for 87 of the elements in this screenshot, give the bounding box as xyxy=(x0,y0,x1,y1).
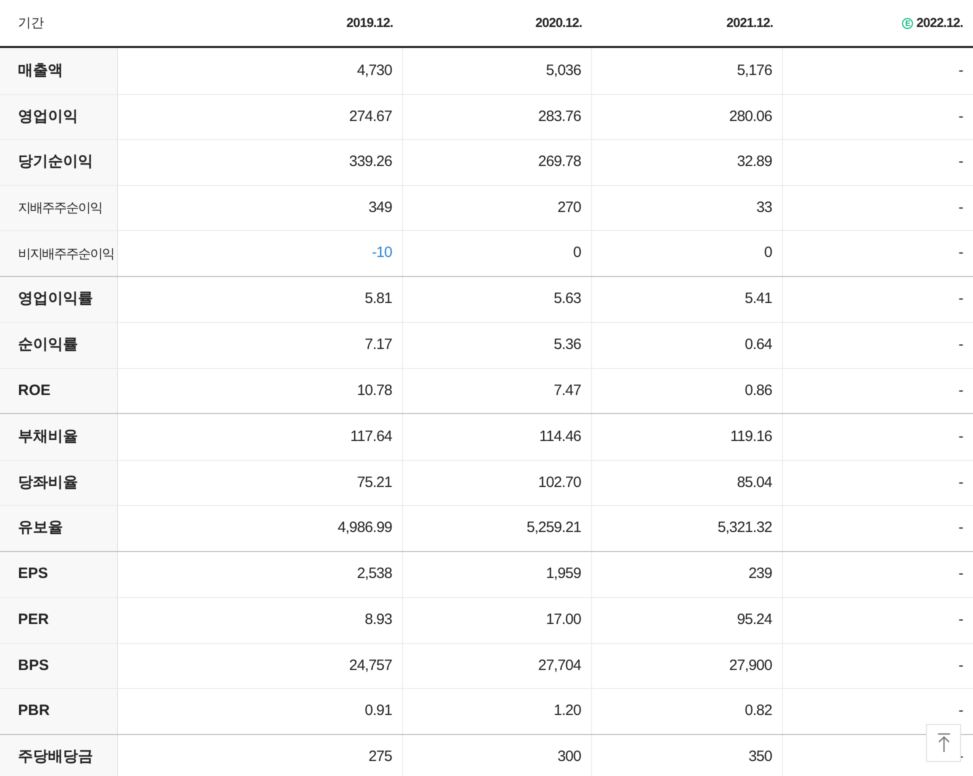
table-cell-text: 5.81 xyxy=(364,289,392,309)
table-cell-text: 1,959 xyxy=(546,564,581,584)
table-cell-text: 5,321.32 xyxy=(718,518,772,538)
table-cell-text: 275 xyxy=(368,747,392,767)
row-header: 주당배당금 xyxy=(0,734,118,776)
table-cell-text: 269.78 xyxy=(538,152,581,172)
table-cell-text: 117.64 xyxy=(350,426,392,446)
estimate-icon: E xyxy=(902,18,914,28)
table-cell-text: 0 xyxy=(764,243,772,263)
table-cell-text: 2,538 xyxy=(356,564,392,584)
table-cell-text: 85.04 xyxy=(736,472,772,492)
table-cell-text: 0.86 xyxy=(744,380,772,400)
row-header: 영업이익 xyxy=(0,94,118,139)
row-header: EPS xyxy=(0,552,118,597)
table-cell-text: 5.36 xyxy=(554,335,581,355)
table-cell-text: - xyxy=(958,243,963,263)
table-cell-text: 5,176 xyxy=(736,60,772,80)
row-header: 부채비율 xyxy=(0,414,118,460)
table-cell-text: 239 xyxy=(748,564,772,584)
row-header: 유보율 xyxy=(0,506,118,550)
table-cell-text: - xyxy=(958,518,963,538)
column-header: 2020.12. xyxy=(535,14,582,32)
table-cell-text: - xyxy=(958,564,963,584)
table-cell-text: 5.41 xyxy=(744,289,772,309)
column-header: 2019.12. xyxy=(346,14,393,32)
table-cell-text: 339.26 xyxy=(349,152,392,172)
table-cell-text: 5,259.21 xyxy=(526,518,581,538)
table-cell-text: - xyxy=(958,610,963,630)
table-cell-text: 102.70 xyxy=(538,472,581,492)
table-cell-text: 27,900 xyxy=(729,656,772,676)
table-cell-text: - xyxy=(958,106,963,126)
table-cell-text: - xyxy=(958,152,963,172)
table-cell-text: - xyxy=(958,701,963,721)
row-header: 비지배주주순이익 xyxy=(0,231,118,276)
table-cell-text: - xyxy=(958,426,963,446)
table-cell-text: - xyxy=(958,335,963,355)
scroll-to-top-button[interactable] xyxy=(926,724,961,762)
row-header: BPS xyxy=(0,644,118,688)
table-cell-text: 1.20 xyxy=(554,701,581,721)
row-header: 순이익률 xyxy=(0,323,118,368)
table-cell-text: 280.06 xyxy=(729,106,772,126)
table-cell-text: 4,986.99 xyxy=(338,518,392,538)
table-cell-text: 95.24 xyxy=(736,610,772,630)
table-cell-text: 33 xyxy=(756,198,772,218)
table-cell-text: - xyxy=(958,198,963,218)
table-cell-text: 114.46 xyxy=(539,426,581,446)
table-cell-text: 32.89 xyxy=(736,152,772,172)
table-cell-text: 119.16 xyxy=(730,426,772,446)
table-cell-text: 5.63 xyxy=(554,289,581,309)
table-cell-text: 350 xyxy=(748,747,772,767)
row-header: PER xyxy=(0,598,118,642)
table-cell-text: 0.91 xyxy=(364,701,392,721)
table-cell-text: 17.00 xyxy=(546,610,581,630)
row-header: 당좌비율 xyxy=(0,460,118,505)
table-cell-text: 7.17 xyxy=(364,335,392,355)
row-header: PBR xyxy=(0,689,118,734)
table-cell-text: 5,036 xyxy=(546,60,581,80)
table-cell-text: 283.76 xyxy=(538,106,581,126)
table-cell-text: 349 xyxy=(368,198,392,218)
table-cell-text: 0 xyxy=(573,243,581,263)
row-header: 매출액 xyxy=(0,48,118,94)
table-cell-text: 24,757 xyxy=(349,656,392,676)
column-header: 2021.12. xyxy=(726,14,773,32)
table-cell-text: 75.21 xyxy=(356,472,392,492)
table-cell-text: 0.64 xyxy=(744,335,772,355)
column-header: 기간 xyxy=(17,14,45,32)
table-cell-text: - xyxy=(958,289,963,309)
table-cell-text: - xyxy=(958,656,963,676)
table-cell-text: -10 xyxy=(372,243,392,263)
table-cell-text: 270 xyxy=(557,198,581,218)
row-header: 지배주주순이익 xyxy=(0,186,118,230)
row-header: 당기순이익 xyxy=(0,140,118,184)
column-header: 2022.12. xyxy=(916,14,963,32)
table-cell-text: - xyxy=(958,472,963,492)
row-header: ROE xyxy=(0,368,118,413)
table-cell-text: 0.82 xyxy=(744,701,772,721)
table-cell-text: - xyxy=(958,60,963,80)
table-cell-text: 8.93 xyxy=(364,610,392,630)
table-cell-text: 4,730 xyxy=(356,60,392,80)
table-cell-text: 27,704 xyxy=(538,656,581,676)
table-cell-text: - xyxy=(958,380,963,400)
table-cell-text: 7.47 xyxy=(554,380,581,400)
table-cell-text: 274.67 xyxy=(349,106,392,126)
scroll-to-top-icon xyxy=(936,733,950,753)
row-header: 영업이익률 xyxy=(0,276,118,322)
table-cell-text: 10.78 xyxy=(356,380,392,400)
table-cell-text: 300 xyxy=(557,747,581,767)
